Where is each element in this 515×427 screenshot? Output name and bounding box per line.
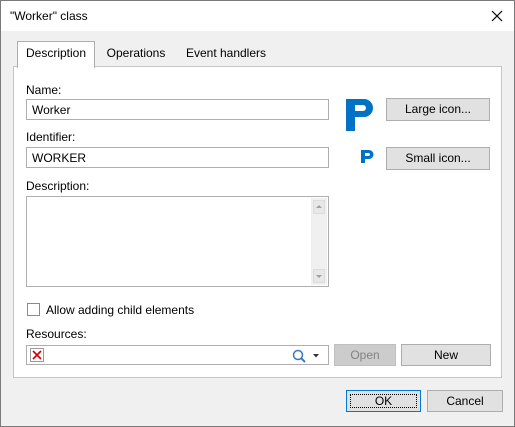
- tab-label: Event handlers: [185, 46, 267, 60]
- tab-operations[interactable]: Operations: [99, 42, 173, 66]
- new-button-label: New: [433, 348, 458, 362]
- close-icon: [491, 10, 503, 22]
- dropdown-arrow-icon[interactable]: [312, 352, 320, 360]
- p-logo-large-icon: [344, 97, 376, 133]
- resources-label: Resources:: [26, 327, 87, 341]
- scroll-up-button[interactable]: [313, 200, 325, 214]
- cancel-button[interactable]: Cancel: [427, 390, 503, 412]
- small-icon-button-label: Small icon...: [405, 151, 471, 165]
- small-icon-button[interactable]: Small icon...: [386, 147, 490, 170]
- description-scrollbar[interactable]: [311, 198, 327, 285]
- new-button[interactable]: New: [401, 344, 491, 366]
- open-button[interactable]: Open: [334, 344, 396, 366]
- close-button[interactable]: [480, 1, 514, 31]
- resources-combobox[interactable]: [26, 345, 329, 365]
- large-icon-button-label: Large icon...: [404, 102, 472, 116]
- cancel-button-label: Cancel: [446, 394, 484, 408]
- search-icon[interactable]: [291, 348, 307, 364]
- description-panel: Name: Worker Identifier: WORKER Large ic…: [13, 66, 502, 378]
- name-value: Worker: [32, 103, 71, 117]
- window-title: "Worker" class: [10, 9, 88, 23]
- chevron-down-icon: [316, 275, 322, 278]
- ok-button[interactable]: OK: [346, 390, 421, 412]
- allow-child-label[interactable]: Allow adding child elements: [46, 303, 194, 317]
- clear-x-icon[interactable]: [30, 348, 44, 362]
- allow-child-checkbox[interactable]: [27, 303, 40, 316]
- identifier-field[interactable]: WORKER: [26, 147, 329, 168]
- description-textarea[interactable]: [26, 196, 329, 287]
- tab-description[interactable]: Description: [17, 41, 95, 68]
- focus-rectangle: [350, 394, 417, 408]
- tab-event-handlers[interactable]: Event handlers: [179, 42, 273, 66]
- identifier-label: Identifier:: [26, 130, 76, 144]
- description-label: Description:: [26, 179, 90, 193]
- p-logo-small-icon: [359, 148, 375, 164]
- dialog-window: "Worker" class Description Operations Ev…: [0, 0, 515, 427]
- name-field[interactable]: Worker: [26, 99, 329, 120]
- identifier-value: WORKER: [32, 151, 86, 165]
- name-label: Name:: [26, 83, 62, 97]
- scroll-down-button[interactable]: [313, 269, 325, 283]
- open-button-label: Open: [350, 348, 380, 362]
- tab-label: Description: [25, 46, 87, 60]
- large-icon-button[interactable]: Large icon...: [386, 98, 490, 121]
- chevron-up-icon: [316, 205, 322, 208]
- tab-label: Operations: [106, 46, 166, 60]
- title-bar: "Worker" class: [1, 1, 514, 31]
